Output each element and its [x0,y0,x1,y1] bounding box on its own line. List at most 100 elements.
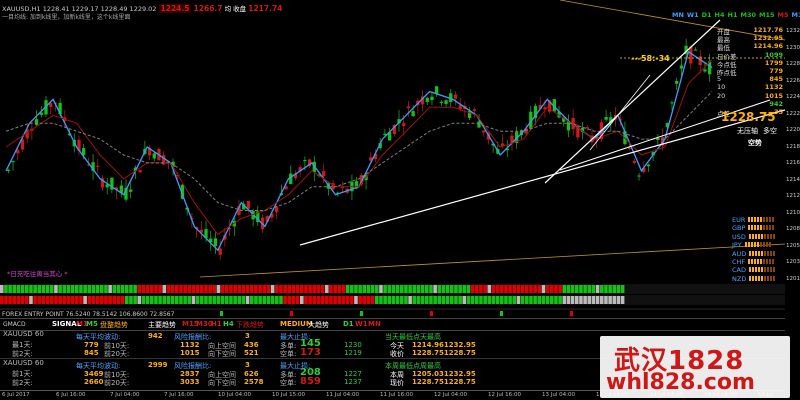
currency-label: EUR [732,216,746,224]
p2-r2: 3033 [180,378,200,386]
time-tick: 12 Jul 16:00 [488,392,521,398]
info-value: 1214.96 [753,42,783,51]
info-value: 942 [769,99,783,108]
p1-dn-v: 521 [244,349,259,357]
candle-body [274,206,279,212]
time-tick: 12 Jul 04:00 [434,392,467,398]
forex-entry-label: FOREX ENTRY POINT 76.5240 78.5142 106.86… [2,311,175,318]
candle-body [34,119,39,125]
p2-dn: 向下空间 [208,379,236,387]
fib-line [559,0,786,41]
time-tick: 11 Jul 04:00 [326,392,359,398]
time-tick: 11 Jul 16:00 [380,392,413,398]
label-long-short: 多空 [763,127,777,135]
label-close: 收盘 [233,5,247,13]
info-value: 1799 [764,58,783,67]
price-tick: 1208 [786,226,800,232]
p2-short: 空单: [280,379,297,387]
currency-label: CHF [732,258,746,266]
sig-main-trend: 主要趋势 [148,321,176,329]
fib-line [199,243,786,278]
price-axis: 1232 1230 1228 1226 1224 1222 1220 1218 1216 1214… [785,0,800,282]
currency-row: CHF [732,258,775,266]
price-tag-2: 1217.74 [248,4,283,13]
info-value: 1217.76 [753,26,783,34]
candle-body [482,130,486,133]
info-value: 1232.95 [753,34,783,43]
currency-row: NZD [732,275,776,283]
currency-bars [748,216,775,224]
candle-body [637,175,641,177]
candle-body [453,94,458,99]
candle-body [303,160,307,162]
candle-body [11,161,15,163]
candle-body [632,160,636,163]
currency-bars [744,241,772,249]
candle-body [444,100,448,104]
sig-mn: MN [368,320,381,328]
price-tick: 1212 [786,193,800,199]
current-price-big: 1228.75 [721,110,776,124]
candle-body [96,165,100,167]
candle-body [213,238,218,247]
p2-v1a: 3469 [84,370,104,378]
candle-body [458,105,462,109]
info-value: 1132 [764,83,783,92]
trend-line [589,74,651,151]
tf-w1[interactable]: W1 [687,11,699,19]
p1-sub2: 前2天: [12,350,33,358]
candle-body [6,169,11,172]
tf-h1[interactable]: H1 [728,11,738,19]
trend-line [299,109,786,246]
candle-body [604,117,608,120]
pct-tag: 1266.7 [193,4,223,13]
p1-v1b: 845 [84,349,99,357]
currency-row: AUD [732,250,776,258]
candle-body [218,248,222,255]
ma-series-0 [5,50,713,252]
tf-h4[interactable]: H4 [715,11,725,19]
sig-h1: H1 [211,320,222,328]
tf-mn[interactable]: MN [672,11,684,19]
currency-row: GBP [732,224,775,232]
candle-body [246,200,251,209]
tf-d1[interactable]: D1 [702,11,712,19]
candle-body [703,69,707,72]
info-value: 845 [769,75,783,84]
candle-body [138,170,142,173]
p1-v10: 942 [148,332,163,340]
tf-m15[interactable]: M15 [759,11,775,19]
candle-body [585,127,589,129]
tf-m30[interactable]: M30 [740,11,756,19]
candle-body [402,123,406,127]
currency-label: USD [732,232,746,241]
price-tick: 1214 [786,176,800,183]
p2-s2: 1237 [344,378,362,386]
candle-body [406,106,411,109]
candle-body [679,65,684,69]
label-mid: 均 [224,5,232,13]
p1-lbl20: 前20天: [104,350,130,358]
currency-bars [749,275,776,283]
candle-body [646,164,651,167]
info-value: 1099 [764,50,783,59]
candle-body [129,189,133,192]
time-tick: 7 Jul 04:00 [110,392,140,398]
p2-short-v: 859 [300,376,321,387]
currency-bars [748,233,776,241]
p2-symbol: XAUUSD 60 [3,359,44,367]
p1-r2: 1015 [180,349,200,357]
time-tick: 6 Jul 2017 [2,392,30,398]
p2-close: 现价 [390,379,404,387]
candle-body [152,153,156,159]
info-label: 5 [717,75,722,84]
time-tick: 7 Jul 16:00 [164,392,194,398]
p1-short-v: 173 [300,347,321,358]
info-value: 1015 [764,91,783,100]
watermark-box: 武汉1828 whl828.com [600,336,790,398]
p1-rr: 3 [245,332,250,340]
p2-up-v: 626 [244,370,259,378]
info-label: 20 [717,91,726,100]
countdown-timer: ---58:-34 [631,54,670,63]
sig-w1: W1 [355,320,368,328]
